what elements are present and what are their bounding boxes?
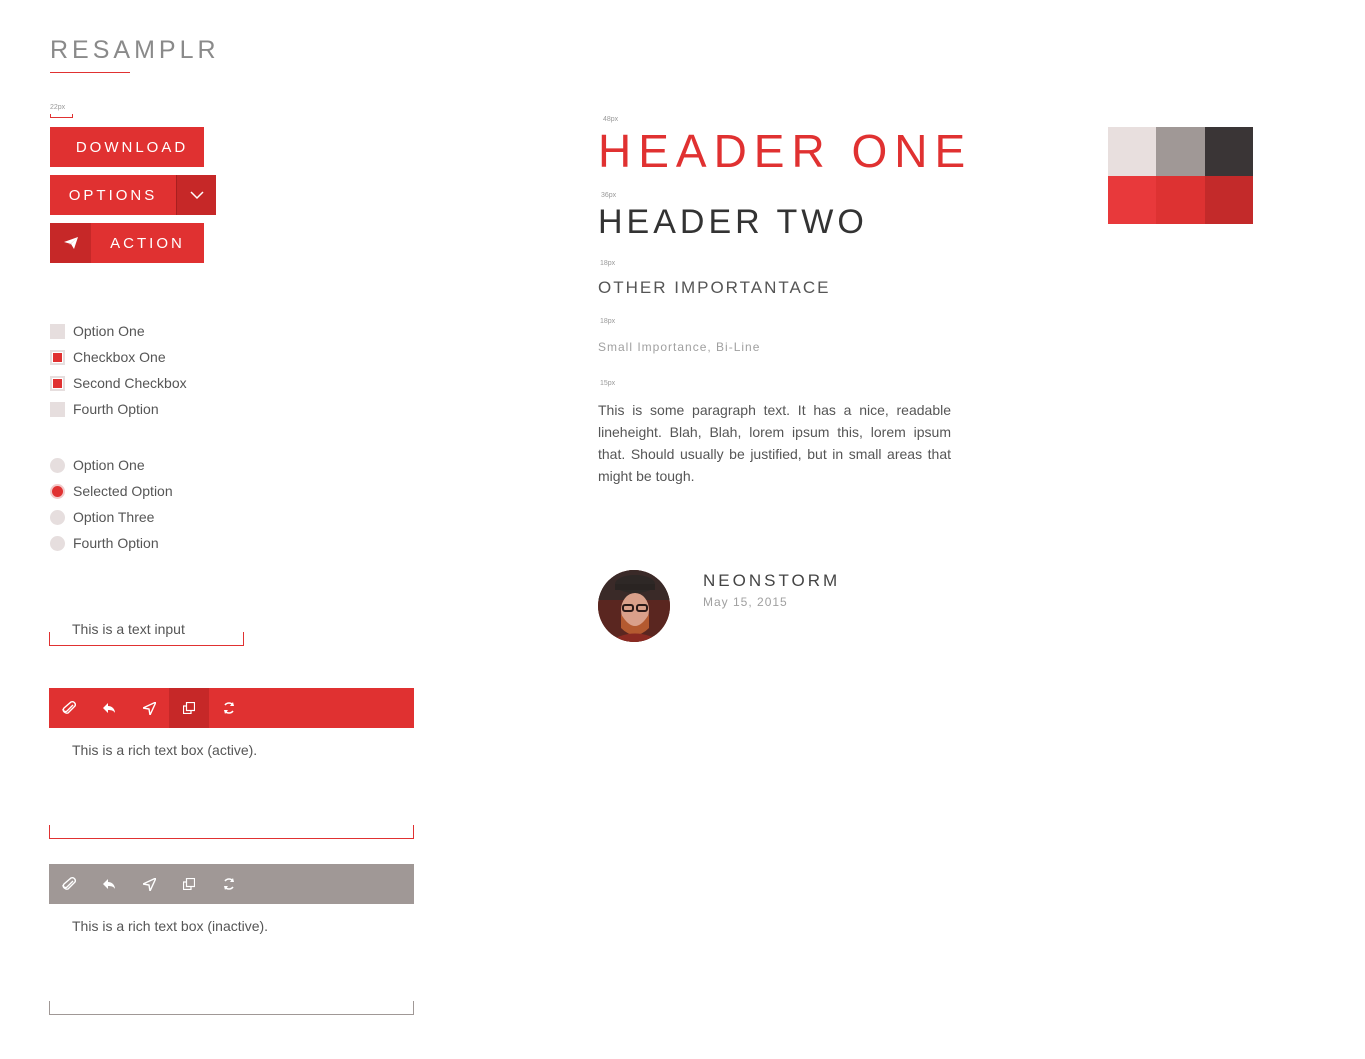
navigate-button[interactable] (129, 688, 169, 728)
rich-text-content-inactive[interactable]: This is a rich text box (inactive). (72, 918, 268, 934)
size-label: 22px (50, 104, 66, 111)
profile-date: May 15, 2015 (703, 595, 788, 609)
copy-icon (183, 702, 195, 714)
avatar-portrait (598, 570, 670, 642)
rich-text-toolbar-active (49, 688, 414, 728)
attach-button[interactable] (49, 688, 89, 728)
checkbox-checked[interactable] (50, 375, 65, 391)
checkbox-label: Second Checkbox (73, 375, 187, 391)
text-input-tick-right (243, 632, 244, 646)
checkbox-label: Checkbox One (73, 349, 166, 365)
size-label-h1: 48px (603, 116, 619, 123)
rich-text-content-active[interactable]: This is a rich text box (active). (72, 742, 257, 758)
refresh-icon (224, 702, 234, 714)
radio-unselected[interactable] (50, 457, 65, 473)
refresh-icon (224, 878, 234, 890)
size-label-h3: 18px (600, 260, 616, 267)
radio-selected[interactable] (50, 483, 65, 499)
header-one: HEADER ONE (598, 125, 973, 177)
reply-icon (103, 703, 115, 713)
radio-label: Option Three (73, 509, 155, 525)
copy-button[interactable] (169, 688, 209, 728)
size-label-h2: 36px (601, 192, 617, 199)
radio-option-one[interactable]: Option One (50, 452, 173, 478)
action-icon-wrap (50, 223, 91, 263)
navigation-icon (142, 877, 156, 891)
radio-option-three[interactable]: Option Three (50, 504, 173, 530)
header-three: OTHER IMPORTANTACE (598, 278, 831, 297)
size-bracket (50, 114, 73, 118)
options-button-label: OPTIONS (68, 186, 158, 204)
rich-text-toolbar-inactive (49, 864, 414, 904)
swatch-red-dark (1204, 175, 1253, 224)
options-button[interactable]: OPTIONS (50, 175, 216, 215)
checkbox-label: Option One (73, 323, 145, 339)
swatch-mid-gray (1156, 127, 1205, 176)
action-button[interactable]: ACTION (50, 223, 204, 263)
checkbox-label: Fourth Option (73, 401, 159, 417)
header-two: HEADER TWO (598, 203, 868, 241)
rich-text-box-active-frame (49, 825, 414, 839)
navigate-button[interactable] (129, 864, 169, 904)
checkbox-checkbox-one[interactable]: Checkbox One (50, 344, 187, 370)
navigation-icon (142, 701, 156, 715)
checkbox-group: Option One Checkbox One Second Checkbox … (50, 318, 187, 422)
radio-group: Option One Selected Option Option Three … (50, 452, 173, 556)
options-dropdown-toggle[interactable] (176, 175, 216, 215)
radio-label: Selected Option (73, 483, 173, 499)
color-palette (1108, 127, 1253, 224)
paperclip-icon (62, 877, 76, 890)
small-bi-line: Small Importance, Bi-Line (598, 340, 761, 354)
paragraph-text: This is some paragraph text. It has a ni… (598, 402, 951, 484)
checkbox-second[interactable]: Second Checkbox (50, 370, 187, 396)
refresh-button[interactable] (209, 864, 249, 904)
size-label-small: 18px (600, 318, 616, 325)
attach-button[interactable] (49, 864, 89, 904)
logo-underline (50, 72, 130, 73)
checkbox-fourth[interactable]: Fourth Option (50, 396, 187, 422)
profile-name: NEONSTORM (703, 571, 841, 590)
reply-button[interactable] (89, 688, 129, 728)
checkbox-unchecked[interactable] (50, 323, 65, 339)
reply-icon (103, 879, 115, 889)
text-input-tick-left (49, 632, 50, 646)
download-button-label: DOWNLOAD (75, 138, 189, 156)
radio-selected-option[interactable]: Selected Option (50, 478, 173, 504)
swatch-red (1156, 175, 1205, 224)
swatch-red-light (1108, 175, 1157, 224)
checkbox-option-one[interactable]: Option One (50, 318, 187, 344)
radio-unselected[interactable] (50, 535, 65, 551)
swatch-dark-gray (1204, 127, 1253, 176)
checkbox-unchecked[interactable] (50, 401, 65, 417)
refresh-button[interactable] (209, 688, 249, 728)
paper-plane-icon (63, 237, 78, 249)
radio-label: Option One (73, 457, 145, 473)
download-button[interactable]: DOWNLOAD (50, 127, 204, 167)
size-marker-22: 22px (50, 104, 73, 118)
radio-fourth-option[interactable]: Fourth Option (50, 530, 173, 556)
swatch-light-gray (1108, 127, 1157, 176)
copy-button[interactable] (169, 864, 209, 904)
action-button-label: ACTION (110, 234, 185, 252)
copy-icon (183, 878, 195, 890)
rich-text-box-inactive-frame (49, 1001, 414, 1015)
reply-button[interactable] (89, 864, 129, 904)
radio-label: Fourth Option (73, 535, 159, 551)
avatar[interactable] (598, 570, 670, 642)
logo: RESAMPLR (50, 36, 220, 64)
paperclip-icon (62, 701, 76, 714)
chevron-down-icon (189, 190, 204, 199)
text-input[interactable] (50, 612, 244, 646)
radio-unselected[interactable] (50, 509, 65, 525)
checkbox-checked[interactable] (50, 349, 65, 365)
size-label-paragraph: 15px (600, 380, 616, 387)
